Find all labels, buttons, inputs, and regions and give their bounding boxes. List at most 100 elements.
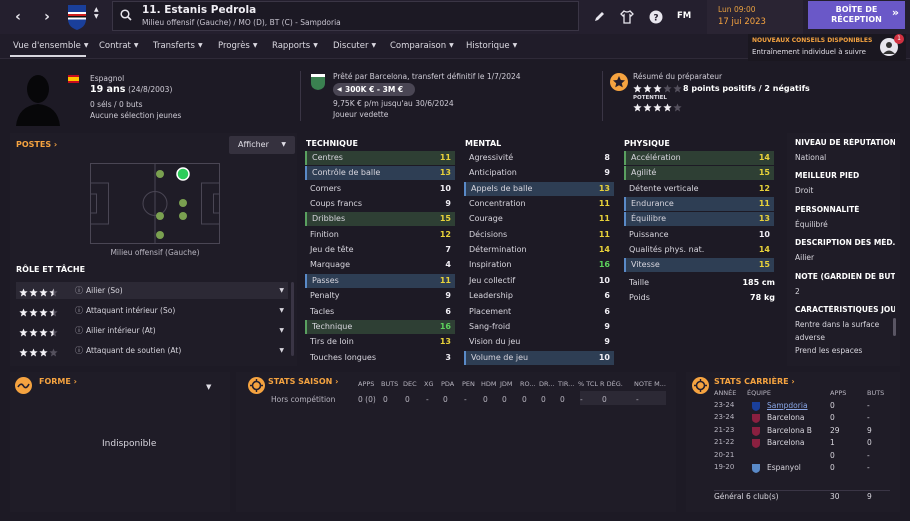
technique-attribute-row[interactable]: Corners 10 bbox=[305, 182, 455, 196]
tab-transfers[interactable]: Transferts ▼ bbox=[153, 41, 203, 51]
season-stats-title[interactable]: STATS SAISON › bbox=[268, 377, 338, 386]
inbox-label-2: RÉCEPTION bbox=[831, 15, 882, 24]
crest-switch-icon[interactable]: ▲ ▼ bbox=[94, 6, 99, 20]
mental-attribute-row[interactable]: Volume de jeu 10 bbox=[464, 350, 614, 365]
technique-attribute-row[interactable]: Centres 11 bbox=[305, 151, 455, 165]
transfer-value-pill[interactable]: 300K € - 3M € bbox=[333, 83, 415, 96]
mental-attribute-row[interactable]: Concentration 11 bbox=[464, 197, 614, 211]
mental-attribute-row[interactable]: Détermination 14 bbox=[464, 243, 614, 257]
shirt-icon[interactable] bbox=[618, 8, 636, 26]
mental-attribute-row[interactable]: Vision du jeu 9 bbox=[464, 335, 614, 349]
club-crest-icon[interactable] bbox=[66, 3, 88, 31]
weight-label: Poids bbox=[629, 293, 650, 302]
info-icon[interactable]: ⓘ bbox=[75, 282, 83, 299]
attribute-label: Centres bbox=[312, 153, 343, 162]
career-team[interactable]: Barcelona bbox=[767, 413, 804, 422]
physique-attribute-row[interactable]: Accélération 14 bbox=[624, 151, 774, 165]
info-icon[interactable]: ⓘ bbox=[75, 302, 83, 319]
season-column-header[interactable]: XG bbox=[424, 380, 434, 388]
chevron-down-icon[interactable]: ▼ bbox=[279, 322, 284, 339]
mental-attribute-row[interactable]: Courage 11 bbox=[464, 212, 614, 226]
season-column-header[interactable]: R DÉG. bbox=[600, 380, 623, 388]
mental-attribute-row[interactable]: Appels de balle 13 bbox=[464, 181, 614, 196]
show-dropdown-button[interactable]: Afficher ▼ bbox=[229, 136, 295, 154]
role-stars bbox=[19, 346, 59, 363]
mental-attribute-row[interactable]: Placement 6 bbox=[464, 305, 614, 319]
season-column-header[interactable]: NOTE M... bbox=[634, 380, 666, 388]
info-icon[interactable]: ⓘ bbox=[75, 342, 83, 359]
season-column-header[interactable]: TIR... bbox=[558, 380, 574, 388]
positions-title[interactable]: POSTES › bbox=[16, 140, 57, 149]
mental-attribute-row[interactable]: Leadership 6 bbox=[464, 289, 614, 303]
forward-arrow-icon[interactable]: › bbox=[32, 0, 62, 34]
search-icon[interactable] bbox=[120, 9, 132, 21]
career-team[interactable]: Barcelona B bbox=[767, 426, 812, 435]
physique-attribute-row[interactable]: Agilité 15 bbox=[624, 166, 774, 181]
tab-progress[interactable]: Progrès ▼ bbox=[218, 41, 257, 51]
season-column-header[interactable]: HDM bbox=[481, 380, 497, 388]
tab-history[interactable]: Historique ▼ bbox=[466, 41, 517, 51]
season-column-header[interactable]: PEN bbox=[462, 380, 475, 388]
season-column-header[interactable]: APPS bbox=[358, 380, 374, 388]
technique-attribute-row[interactable]: Touches longues 3 bbox=[305, 351, 455, 365]
season-scroll-track[interactable] bbox=[580, 391, 666, 405]
season-column-header[interactable]: DEC bbox=[403, 380, 417, 388]
chevron-down-icon[interactable]: ▼ bbox=[279, 302, 284, 319]
info-icon[interactable]: ⓘ bbox=[75, 322, 83, 339]
fm-logo-button[interactable]: FM bbox=[677, 11, 691, 21]
physique-attribute-row[interactable]: Détente verticale 12 bbox=[624, 182, 774, 196]
tab-reports[interactable]: Rapports ▼ bbox=[272, 41, 318, 51]
mental-attribute-row[interactable]: Sang-froid 9 bbox=[464, 320, 614, 334]
info-scrollbar[interactable] bbox=[893, 318, 896, 336]
tab-comparison[interactable]: Comparaison ▼ bbox=[390, 41, 454, 51]
chevron-down-icon[interactable]: ▼ bbox=[279, 282, 284, 299]
physique-attribute-row[interactable]: Endurance 11 bbox=[624, 197, 774, 212]
technique-attribute-row[interactable]: Finition 12 bbox=[305, 228, 455, 242]
physique-attribute-row[interactable]: Qualités phys. nat. 14 bbox=[624, 243, 774, 257]
technique-attribute-row[interactable]: Marquage 4 bbox=[305, 258, 455, 272]
form-title[interactable]: FORME › bbox=[39, 377, 77, 386]
technique-attribute-row[interactable]: Dribbles 15 bbox=[305, 212, 455, 227]
technique-attribute-row[interactable]: Tirs de loin 13 bbox=[305, 335, 455, 349]
role-row[interactable]: ⓘ Attaquant intérieur (So) ▼ bbox=[16, 302, 288, 319]
season-column-header[interactable]: BUTS bbox=[381, 380, 398, 388]
tab-contract[interactable]: Contrat ▼ bbox=[99, 41, 139, 51]
help-icon[interactable]: ? bbox=[647, 8, 665, 26]
mental-attribute-row[interactable]: Inspiration 16 bbox=[464, 258, 614, 272]
career-team[interactable]: Espanyol bbox=[767, 463, 801, 472]
mental-attribute-row[interactable]: Anticipation 9 bbox=[464, 166, 614, 180]
season-column-header[interactable]: JDM bbox=[500, 380, 513, 388]
role-row[interactable]: ⓘ Attaquant de soutien (At) ▼ bbox=[16, 342, 288, 359]
chevron-down-icon[interactable]: ▼ bbox=[279, 342, 284, 359]
technique-attribute-row[interactable]: Tacles 6 bbox=[305, 305, 455, 319]
physique-attribute-row[interactable]: Équilibre 13 bbox=[624, 212, 774, 227]
mental-attribute-row[interactable]: Décisions 11 bbox=[464, 228, 614, 242]
career-goals: - bbox=[867, 450, 870, 460]
season-column-header[interactable]: RO... bbox=[520, 380, 536, 388]
technique-attribute-row[interactable]: Jeu de tête 7 bbox=[305, 243, 455, 257]
mental-attribute-row[interactable]: Jeu collectif 10 bbox=[464, 274, 614, 288]
tab-overview[interactable]: Vue d'ensemble ▼ bbox=[13, 41, 88, 51]
technique-attribute-row[interactable]: Technique 16 bbox=[305, 319, 455, 334]
technique-attribute-row[interactable]: Coups francs 9 bbox=[305, 197, 455, 211]
roles-scrollbar[interactable] bbox=[291, 282, 294, 356]
chevron-down-icon[interactable]: ▼ bbox=[206, 383, 211, 391]
career-team[interactable]: Barcelona bbox=[767, 438, 804, 447]
inbox-button[interactable]: BOÎTE DE RÉCEPTION » bbox=[808, 1, 905, 29]
physique-attribute-row[interactable]: Puissance 10 bbox=[624, 228, 774, 242]
season-column-header[interactable]: PDA bbox=[441, 380, 454, 388]
technique-attribute-row[interactable]: Passes 11 bbox=[305, 273, 455, 288]
career-team[interactable]: Sampdoria bbox=[767, 401, 808, 410]
role-row[interactable]: ⓘ Ailier intérieur (At) ▼ bbox=[16, 322, 288, 339]
season-column-header[interactable]: DR... bbox=[539, 380, 555, 388]
season-column-header[interactable]: % TCL bbox=[578, 380, 598, 388]
role-row[interactable]: ⓘ Ailier (So) ▼ bbox=[16, 282, 288, 299]
physique-attribute-row[interactable]: Vitesse 15 bbox=[624, 258, 774, 273]
technique-attribute-row[interactable]: Contrôle de balle 13 bbox=[305, 166, 455, 181]
tab-discuss[interactable]: Discuter ▼ bbox=[333, 41, 376, 51]
career-title[interactable]: STATS CARRIÈRE › bbox=[714, 377, 795, 386]
mental-attribute-row[interactable]: Agressivité 8 bbox=[464, 151, 614, 165]
back-arrow-icon[interactable]: ‹ bbox=[3, 0, 33, 34]
edit-pencil-icon[interactable] bbox=[590, 8, 608, 26]
technique-attribute-row[interactable]: Penalty 9 bbox=[305, 289, 455, 303]
